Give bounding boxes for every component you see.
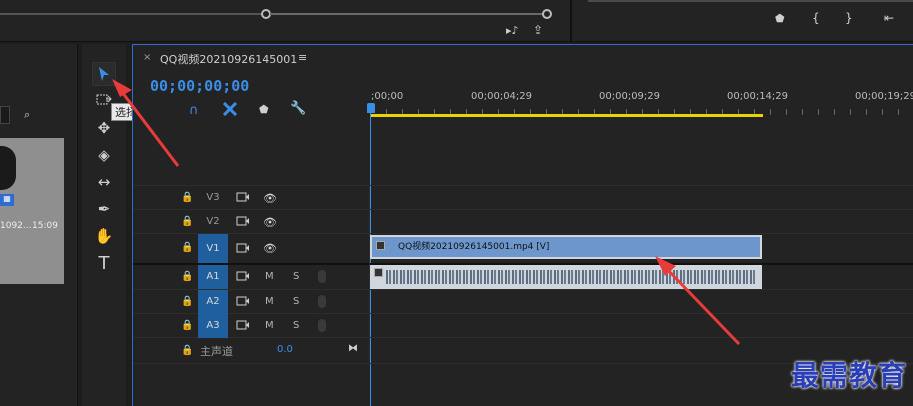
premiere-window: ▸♪ ⇪ ⬟ { } ⇤ ⌕ ▦ 1092... 15:09 ✥ ◈ ↔ ✒ ✋… <box>0 0 913 406</box>
watermark-logo: 最需教育 <box>790 359 907 392</box>
arrow-to-video-clip <box>655 256 741 346</box>
annotation-arrows <box>112 79 741 346</box>
arrow-to-selection-tool <box>112 79 180 167</box>
